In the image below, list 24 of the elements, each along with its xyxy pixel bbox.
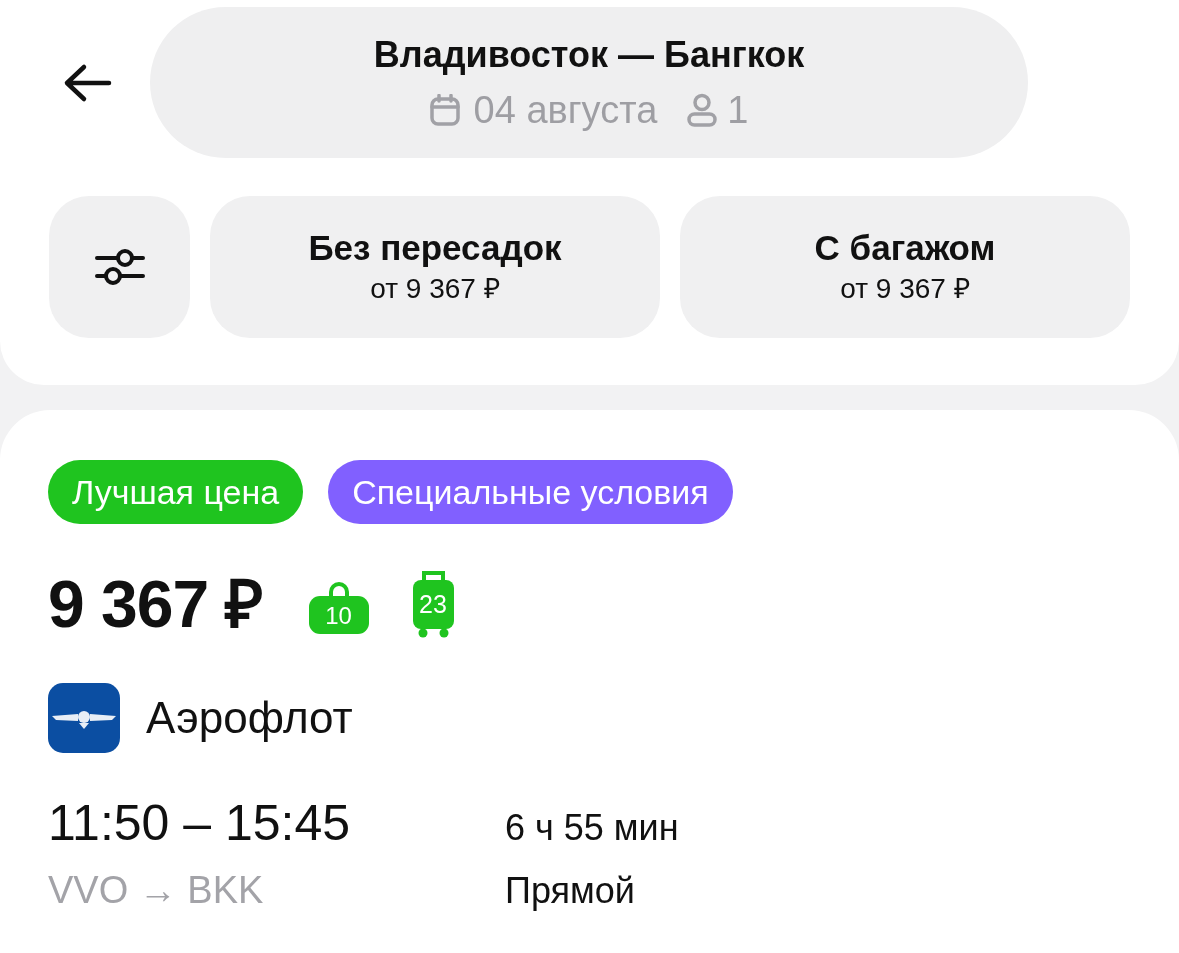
person-icon [685, 92, 720, 127]
flight-duration: 6 ч 55 мин [505, 806, 680, 850]
airport-codes: VVO → BKK [48, 868, 265, 913]
baggage-weight: 10 [325, 604, 352, 628]
search-summary[interactable]: Владивосток — Бангкок 04 августа 1 [150, 7, 1028, 158]
back-arrow-icon [62, 62, 112, 103]
ticket-price: 9 367 ₽ [48, 570, 263, 638]
passenger-count: 1 [727, 87, 749, 132]
airline-name: Аэрофлот [146, 692, 353, 744]
handbag-icon [308, 582, 369, 634]
date-text: 04 августа [473, 87, 658, 132]
stops-text: Прямой [505, 869, 636, 913]
filter-button[interactable] [49, 196, 190, 338]
filter-chip[interactable]: С багажом от 9 367 ₽ [680, 196, 1130, 338]
flight-times: 11:50 – 15:45 [48, 794, 352, 853]
offer-badge: Специальные условия [328, 460, 733, 524]
offer-badge: Лучшая цена [48, 460, 304, 524]
sliders-icon [94, 246, 145, 288]
wings-logo-icon [48, 683, 120, 753]
calendar-icon [429, 93, 460, 126]
route-title: Владивосток — Бангкок [373, 33, 805, 76]
baggage-weight: 23 [419, 591, 447, 617]
suitcase-icon [410, 570, 456, 638]
filter-chip[interactable]: Без пересадок от 9 367 ₽ [210, 196, 660, 338]
